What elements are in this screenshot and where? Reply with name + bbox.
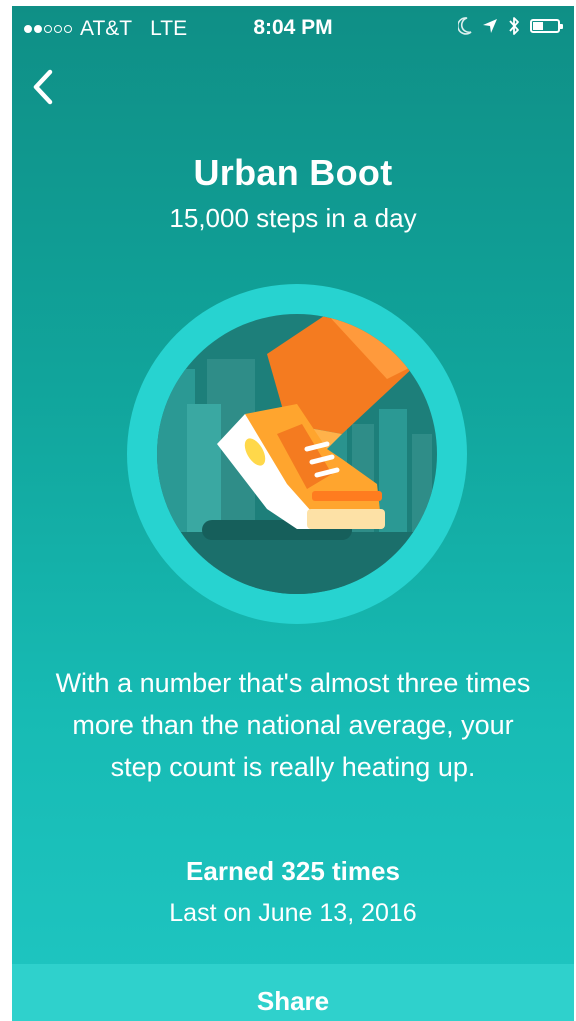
battery-icon: [530, 19, 563, 33]
share-label: Share: [256, 986, 330, 1016]
last-earned-date: Last on June 13, 2016: [169, 899, 417, 927]
back-button[interactable]: [24, 64, 64, 110]
badge-title: Urban Boot: [193, 152, 393, 193]
chevron-left-icon: [33, 69, 53, 105]
moon-icon: [458, 17, 472, 35]
status-bar: AT&T LTE 8:04 PM: [12, 6, 574, 50]
boot-icon: [127, 284, 467, 624]
screen: AT&T LTE 8:04 PM Urban Boot 15,000 steps…: [12, 6, 574, 1021]
badge-subtitle: 15,000 steps in a day: [169, 203, 417, 233]
badge-description: With a number that's almost three times …: [55, 668, 531, 782]
bluetooth-icon: [509, 17, 519, 35]
status-right: [458, 16, 563, 36]
earned-count: Earned 325 times: [186, 856, 400, 886]
share-button[interactable]: Share: [12, 964, 574, 1021]
location-icon: [483, 19, 497, 33]
badge-illustration: [127, 284, 467, 624]
